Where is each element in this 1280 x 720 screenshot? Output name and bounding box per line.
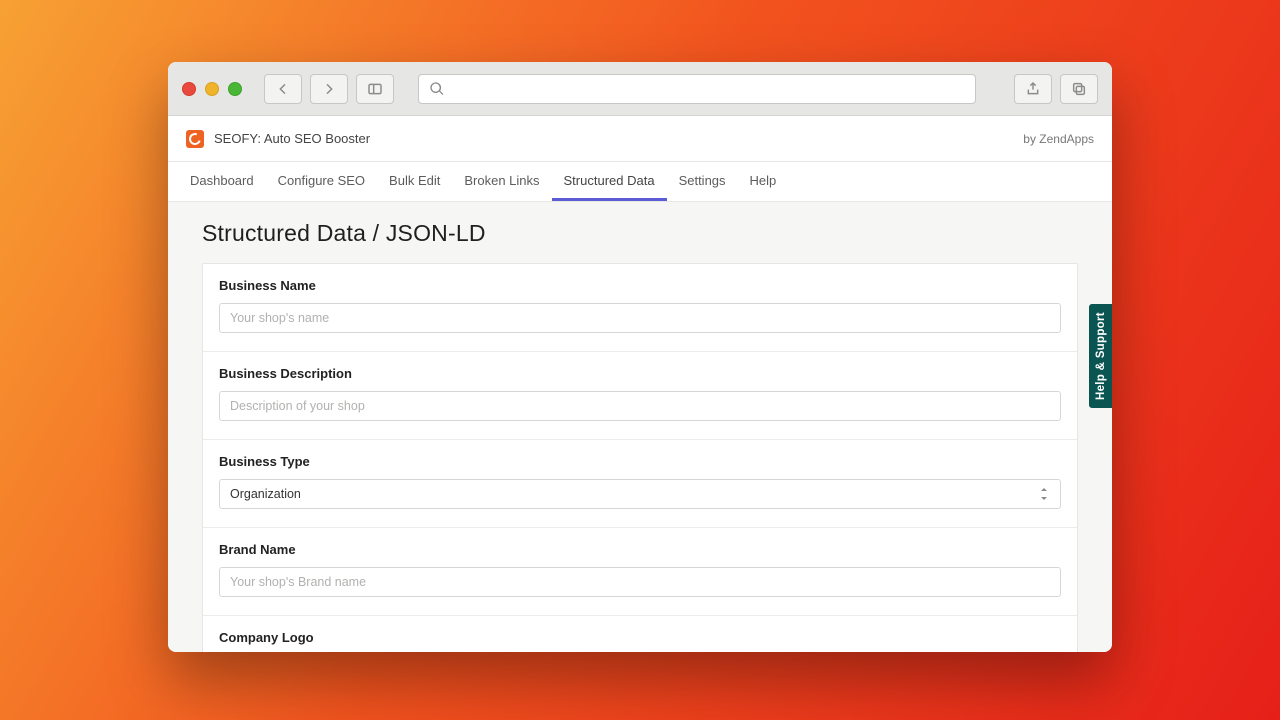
tab-bulk-edit[interactable]: Bulk Edit — [377, 162, 452, 201]
brand: SEOFY: Auto SEO Booster — [186, 130, 370, 148]
forward-button[interactable] — [310, 74, 348, 104]
field-business-name: Business Name — [203, 264, 1077, 352]
share-icon — [1025, 81, 1041, 97]
tab-label: Settings — [679, 173, 726, 188]
app-header: SEOFY: Auto SEO Booster by ZendApps — [168, 116, 1112, 162]
address-bar[interactable] — [418, 74, 976, 104]
label-brand-name: Brand Name — [219, 542, 1061, 557]
input-business-name[interactable] — [219, 303, 1061, 333]
back-button[interactable] — [264, 74, 302, 104]
window-controls — [182, 82, 242, 96]
select-business-type[interactable]: Organization — [219, 479, 1061, 509]
tabs-button[interactable] — [1060, 74, 1098, 104]
label-business-name: Business Name — [219, 278, 1061, 293]
tab-bar: Dashboard Configure SEO Bulk Edit Broken… — [168, 162, 1112, 202]
help-support-tab[interactable]: Help & Support — [1089, 304, 1112, 408]
tab-label: Configure SEO — [278, 173, 365, 188]
label-company-logo: Company Logo — [219, 630, 1061, 645]
chevron-right-icon — [321, 81, 337, 97]
share-button[interactable] — [1014, 74, 1052, 104]
field-brand-name: Brand Name — [203, 528, 1077, 616]
brand-title: SEOFY: Auto SEO Booster — [214, 131, 370, 146]
page-content: Structured Data / JSON-LD Business Name … — [168, 202, 1112, 652]
tab-dashboard[interactable]: Dashboard — [178, 162, 266, 201]
address-input[interactable] — [453, 81, 965, 96]
tab-structured-data[interactable]: Structured Data — [552, 162, 667, 201]
byline: by ZendApps — [1023, 132, 1094, 146]
tab-configure-seo[interactable]: Configure SEO — [266, 162, 377, 201]
browser-actions — [1014, 74, 1098, 104]
sidebar-icon — [367, 81, 383, 97]
input-business-description[interactable] — [219, 391, 1061, 421]
input-brand-name[interactable] — [219, 567, 1061, 597]
field-company-logo: Company Logo — [203, 616, 1077, 652]
browser-window: SEOFY: Auto SEO Booster by ZendApps Dash… — [168, 62, 1112, 652]
sidebar-toggle-button[interactable] — [356, 74, 394, 104]
close-window-button[interactable] — [182, 82, 196, 96]
brand-logo-icon — [186, 130, 204, 148]
tab-label: Help — [750, 173, 777, 188]
chevron-left-icon — [275, 81, 291, 97]
field-business-description: Business Description — [203, 352, 1077, 440]
tab-label: Bulk Edit — [389, 173, 440, 188]
tab-broken-links[interactable]: Broken Links — [452, 162, 551, 201]
form-card: Business Name Business Description Busin… — [202, 263, 1078, 652]
label-business-description: Business Description — [219, 366, 1061, 381]
page-title: Structured Data / JSON-LD — [202, 220, 1078, 247]
browser-toolbar — [168, 62, 1112, 116]
nav-buttons — [264, 74, 394, 104]
tab-label: Broken Links — [464, 173, 539, 188]
tab-help[interactable]: Help — [738, 162, 789, 201]
minimize-window-button[interactable] — [205, 82, 219, 96]
tab-label: Structured Data — [564, 173, 655, 188]
tab-label: Dashboard — [190, 173, 254, 188]
field-business-type: Business Type Organization — [203, 440, 1077, 528]
tabs-icon — [1071, 81, 1087, 97]
maximize-window-button[interactable] — [228, 82, 242, 96]
search-icon — [429, 81, 445, 97]
tab-settings[interactable]: Settings — [667, 162, 738, 201]
help-support-label: Help & Support — [1095, 312, 1107, 400]
label-business-type: Business Type — [219, 454, 1061, 469]
